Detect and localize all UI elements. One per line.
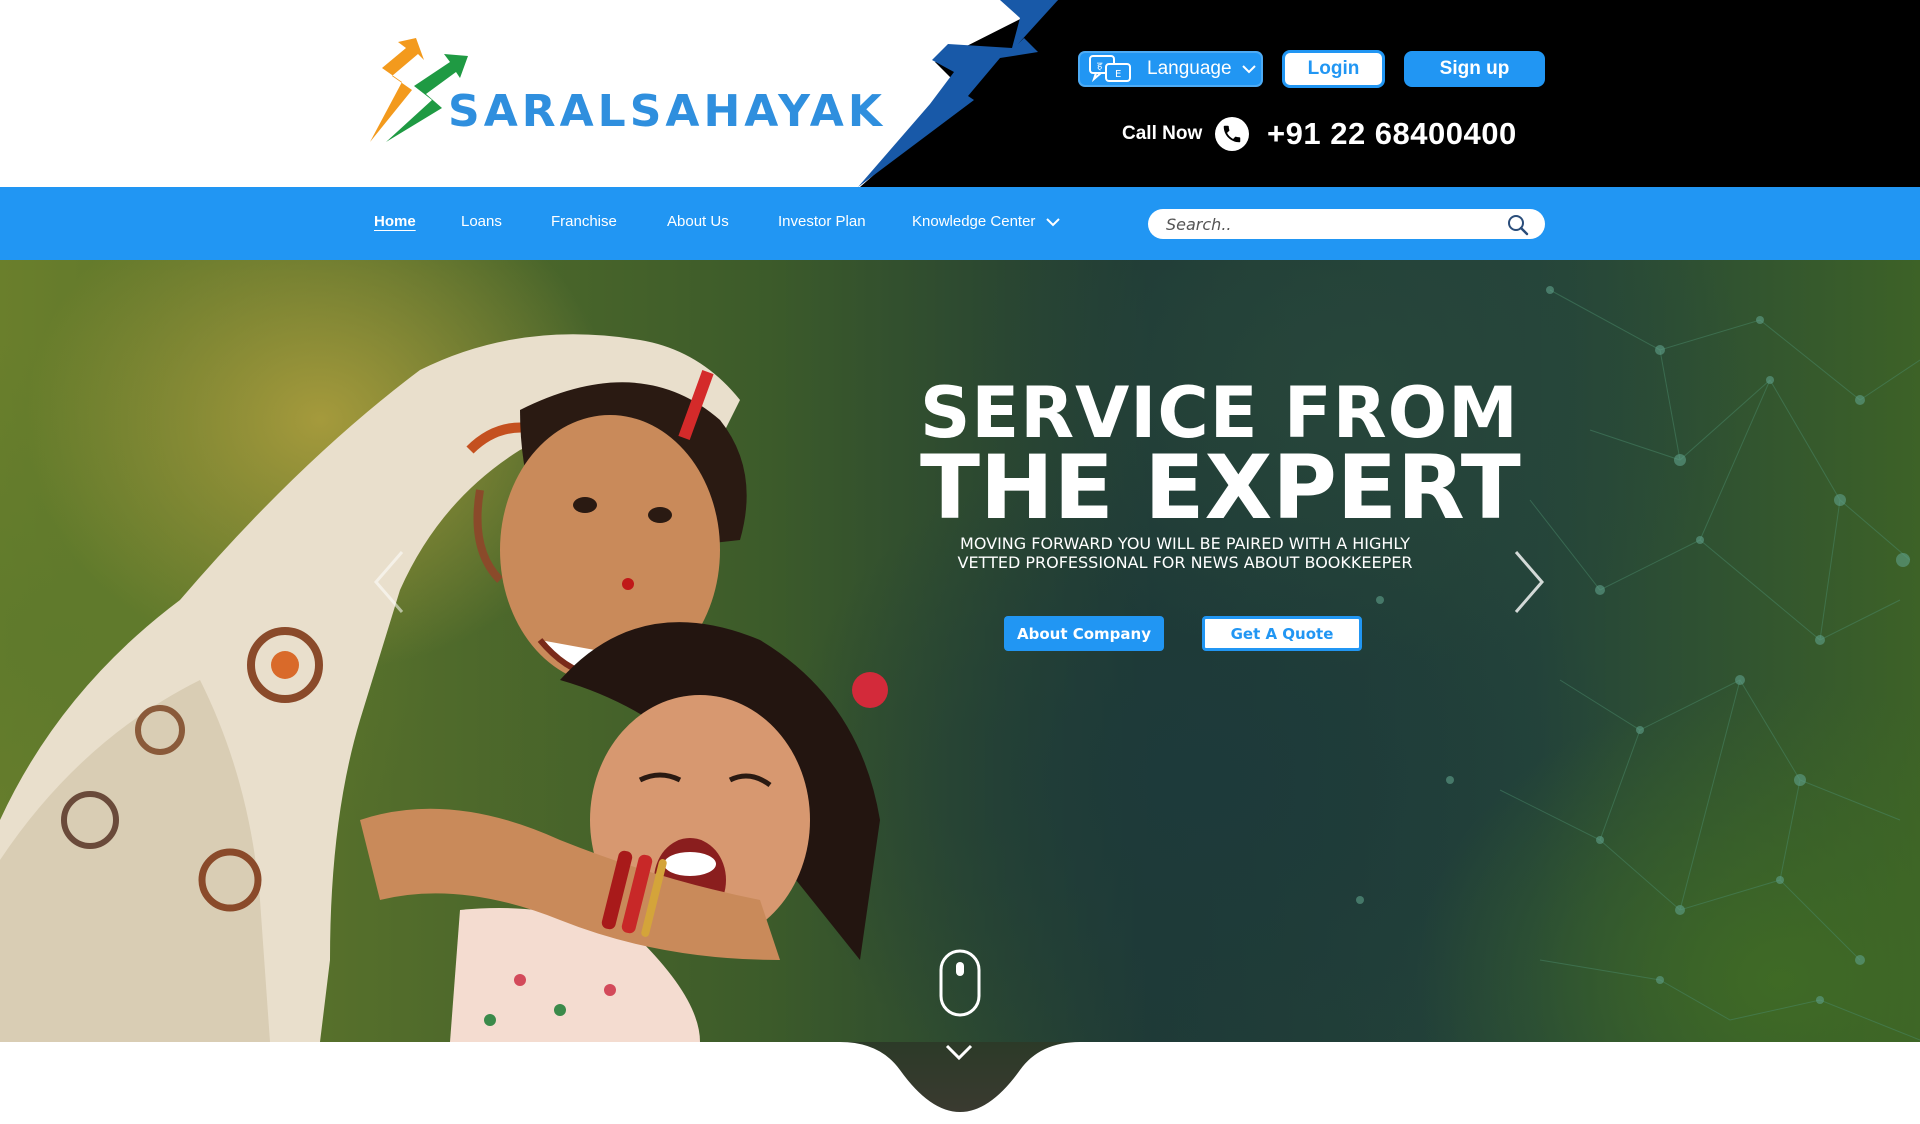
language-label: Language [1147,58,1232,79]
call-now-label: Call Now [1122,123,1203,144]
login-button[interactable]: Login [1282,50,1385,88]
chevron-down-icon [1045,218,1060,227]
hero-bottom-tab [840,1042,1080,1112]
top-header: SARALSAHAYAK ह E Language Login Sign up … [0,0,1920,187]
search-icon[interactable] [1506,213,1530,237]
logo-text: SARALSAHAYAK [448,86,886,137]
nav-item-knowledge-center-label: Knowledge Center [912,213,1036,230]
nav-item-home[interactable]: Home [374,213,416,230]
mouse-icon [939,949,981,1017]
header-dark-panel [858,0,1920,187]
svg-text:E: E [1115,69,1121,80]
language-button[interactable]: ह E Language [1078,51,1263,87]
hero-title-line2: THE EXPERT [920,436,1521,539]
svg-text:ह: ह [1097,61,1103,72]
chevron-right-icon[interactable] [1512,550,1546,614]
hero-subtitle: MOVING FORWARD YOU WILL BE PAIRED WITH A… [957,534,1413,572]
nav-item-loans[interactable]: Loans [461,213,502,230]
main-nav: Home Loans Franchise About Us Investor P… [0,187,1920,260]
hero-banner: SERVICE FROM THE EXPERT MOVING FORWARD Y… [0,260,1920,1042]
nav-item-investor-plan[interactable]: Investor Plan [778,213,866,230]
search-input[interactable] [1166,213,1486,235]
search-box [1148,209,1545,239]
nav-item-franchise[interactable]: Franchise [551,213,617,230]
nav-item-knowledge-center[interactable]: Knowledge Center [912,213,1060,230]
phone-number[interactable]: +91 22 68400400 [1267,116,1517,152]
chevron-left-icon[interactable] [372,550,406,614]
translate-icon: ह E [1089,55,1131,83]
signup-button[interactable]: Sign up [1404,51,1545,87]
phone-glyph-icon [1223,125,1241,143]
hero-photo [0,334,888,1042]
site-logo[interactable]: SARALSAHAYAK [368,38,882,148]
nav-item-about-us[interactable]: About Us [667,213,729,230]
about-company-button[interactable]: About Company [1004,616,1164,651]
chevron-down-icon [1241,65,1256,74]
get-quote-button[interactable]: Get A Quote [1202,616,1362,651]
chevron-down-icon[interactable] [944,1042,974,1062]
phone-icon[interactable] [1215,117,1249,151]
